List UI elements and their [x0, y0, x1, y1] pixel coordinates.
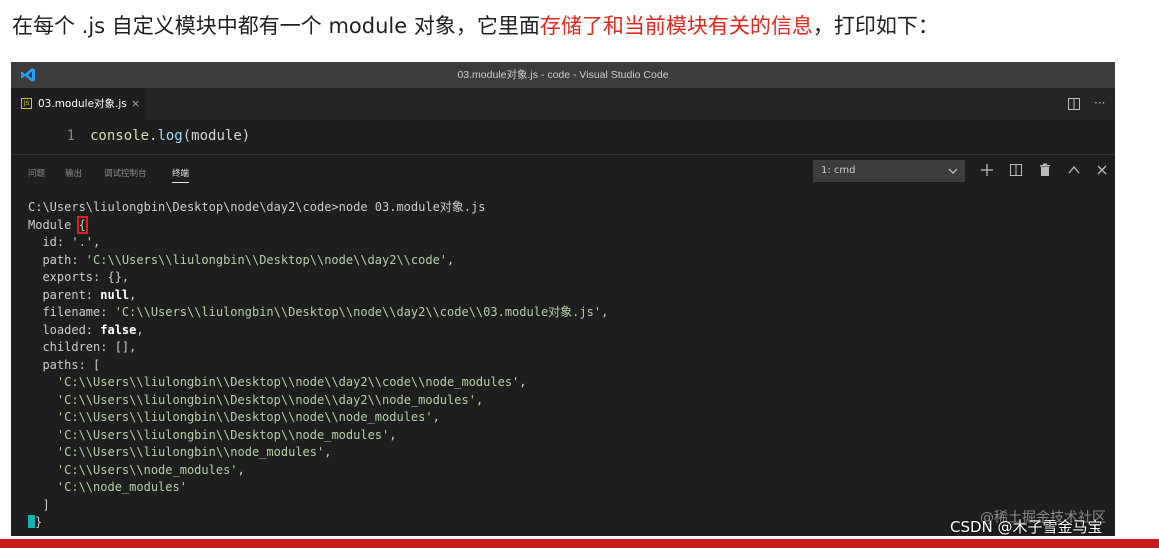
js-file-icon: JS	[21, 98, 32, 109]
value-filename: 'C:\\Users\\liulongbin\\Desktop\\node\\d…	[114, 305, 602, 319]
trash-icon[interactable]	[1038, 163, 1052, 177]
maximize-panel-icon[interactable]	[1067, 163, 1081, 177]
path-entry: 'C:\\Users\\liulongbin\\Desktop\\node\\n…	[56, 410, 433, 424]
code-line: console.log(module)	[90, 128, 250, 144]
path-entry: 'C:\\node_modules'	[56, 480, 187, 494]
tab-03-module[interactable]: JS 03.module对象.js ×	[11, 88, 146, 120]
tab-problems[interactable]: 问题	[28, 167, 45, 179]
code-editor[interactable]: 1 console.log(module)	[11, 120, 1115, 154]
value-loaded: false	[100, 322, 137, 337]
code-method: log	[157, 128, 183, 144]
highlighted-brace: {	[76, 215, 88, 234]
key-id: id:	[28, 235, 72, 249]
path-entry: 'C:\\Users\\liulongbin\\node_modules'	[56, 445, 325, 459]
key-path: path:	[28, 252, 86, 267]
terminal-selector-value: 1: cmd	[821, 165, 856, 176]
chevron-down-icon	[948, 168, 958, 174]
caption: 在每个 .js 自定义模块中都有一个 module 对象，它里面存储了和当前模块…	[12, 8, 939, 44]
bottom-bar	[0, 539, 1159, 548]
line-exports: exports: {},	[28, 270, 130, 284]
tab-bar: JS 03.module对象.js × ···	[11, 88, 1115, 120]
tab-output[interactable]: 输出	[65, 167, 82, 179]
path-entry: 'C:\\Users\\liulongbin\\Desktop\\node_mo…	[56, 427, 390, 442]
window-title: 03.module对象.js - code - Visual Studio Co…	[457, 69, 669, 81]
value-path: 'C:\\Users\\liulongbin\\Desktop\\node\\d…	[85, 252, 448, 267]
terminal-prompt: C:\Users\liulongbin\Desktop\node\day2\co…	[28, 200, 486, 214]
key-filename: filename:	[28, 305, 115, 319]
caption-text: 在每个 .js 自定义模块中都有一个 module 对象，它里面	[12, 14, 540, 38]
key-paths: paths: [	[28, 357, 101, 372]
terminal-selector[interactable]: 1: cmd	[813, 160, 965, 182]
add-terminal-icon[interactable]	[980, 163, 994, 177]
value-parent: null	[100, 287, 130, 302]
paths-close: ]	[28, 497, 50, 512]
caption-tail: ，打印如下：	[812, 14, 939, 38]
path-entry: 'C:\\Users\\node_modules'	[56, 462, 238, 477]
csdn-credit: CSDN @木子雪金马宝	[950, 518, 1103, 536]
closing-brace: }	[35, 515, 43, 529]
bottom-panel: 问题 输出 调试控制台 终端 1: cmd C:\Users\liulongbi…	[11, 154, 1115, 536]
line-number: 1	[66, 128, 75, 144]
value-id: '.'	[71, 235, 94, 249]
path-entry: 'C:\\Users\\liulongbin\\Desktop\\node\\d…	[56, 392, 476, 407]
code-object: console	[90, 128, 150, 144]
tab-terminal[interactable]: 终端	[172, 167, 190, 183]
tab-debug-console[interactable]: 调试控制台	[104, 167, 147, 179]
split-editor-icon[interactable]	[1068, 98, 1080, 110]
caption-highlight: 存储了和当前模块有关的信息	[539, 14, 813, 38]
code-args: (module)	[182, 128, 251, 144]
module-label: Module	[28, 217, 79, 232]
vscode-window: 03.module对象.js - code - Visual Studio Co…	[11, 62, 1115, 536]
key-loaded: loaded:	[28, 322, 101, 337]
terminal-cursor	[28, 515, 35, 528]
title-bar: 03.module对象.js - code - Visual Studio Co…	[11, 62, 1115, 88]
tab-label: 03.module对象.js	[38, 98, 127, 110]
line-children: children: [],	[28, 340, 137, 354]
close-icon[interactable]: ×	[131, 88, 140, 120]
close-panel-icon[interactable]	[1095, 163, 1109, 177]
more-actions-icon[interactable]: ···	[1094, 88, 1105, 118]
split-terminal-icon[interactable]	[1009, 163, 1023, 177]
path-entry: 'C:\\Users\\liulongbin\\Desktop\\node\\d…	[56, 375, 520, 389]
key-parent: parent:	[28, 287, 101, 302]
terminal-output[interactable]: C:\Users\liulongbin\Desktop\node\day2\co…	[28, 199, 608, 532]
